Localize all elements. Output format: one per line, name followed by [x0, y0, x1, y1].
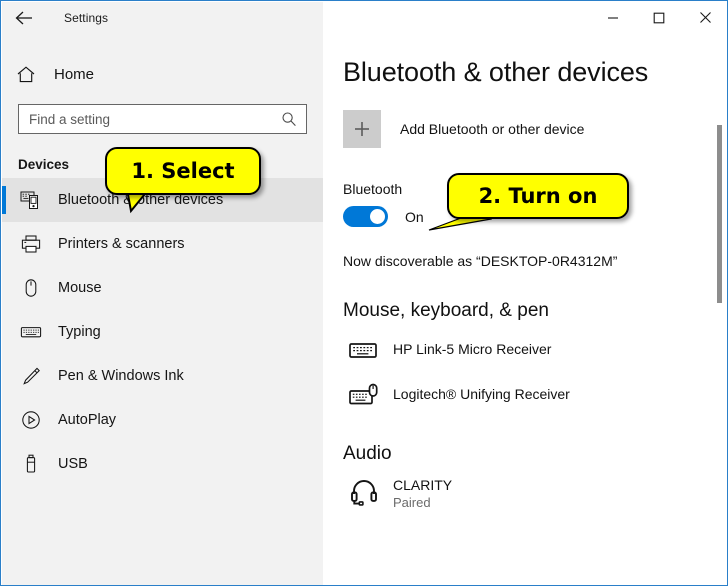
device-text: Logitech® Unifying Receiver: [393, 386, 570, 404]
autoplay-icon: [20, 409, 46, 431]
sidebar-item-bluetooth-other-devices[interactable]: Bluetooth & other devices: [2, 178, 323, 222]
minimize-button[interactable]: [590, 2, 636, 33]
bluetooth-section-label: Bluetooth: [343, 181, 403, 197]
title-bar-left: Settings: [2, 2, 323, 33]
discoverable-text: Now discoverable as “DESKTOP-0R4312M”: [343, 253, 618, 269]
device-name: CLARITY: [393, 476, 453, 493]
add-device-button[interactable]: Add Bluetooth or other device: [343, 110, 727, 148]
page-title: Bluetooth & other devices: [343, 57, 649, 87]
sidebar-item-printers-scanners[interactable]: Printers & scanners: [2, 222, 323, 266]
search-icon[interactable]: [281, 111, 306, 127]
sidebar-item-label: Bluetooth & other devices: [58, 192, 224, 208]
headset-icon: [343, 476, 385, 510]
minimize-icon: [607, 12, 619, 24]
close-icon: [699, 11, 712, 24]
pen-icon: [20, 365, 46, 387]
sidebar-item-pen-windows-ink[interactable]: Pen & Windows Ink: [2, 354, 323, 398]
home-icon: [16, 65, 42, 84]
title-bar: Settings: [2, 2, 727, 33]
mouse-icon: [20, 277, 46, 299]
plus-icon: [343, 110, 381, 148]
main-content: Bluetooth & other devices Add Bluetooth …: [323, 33, 727, 585]
maximize-icon: [653, 12, 665, 24]
sidebar: Home Devices: [2, 33, 323, 585]
search-input[interactable]: [19, 111, 281, 127]
sidebar-item-mouse[interactable]: Mouse: [2, 266, 323, 310]
printer-icon: [20, 233, 46, 255]
window-controls: [590, 2, 727, 33]
group-title-mouse-keyboard-pen: Mouse, keyboard, & pen: [343, 300, 549, 321]
usb-icon: [20, 453, 46, 475]
bluetooth-toggle-state: On: [405, 208, 424, 225]
sidebar-item-typing[interactable]: Typing: [2, 310, 323, 354]
sidebar-item-autoplay[interactable]: AutoPlay: [2, 398, 323, 442]
close-button[interactable]: [682, 2, 727, 33]
scrollbar[interactable]: [717, 33, 722, 585]
sidebar-item-usb[interactable]: USB: [2, 442, 323, 486]
keyboard-icon: [20, 321, 46, 343]
device-row[interactable]: Logitech® Unifying Receiver: [343, 378, 727, 412]
group-title-audio: Audio: [343, 443, 392, 464]
toggle-knob: [370, 209, 385, 224]
device-name: HP Link-5 Micro Receiver: [393, 341, 552, 357]
bluetooth-toggle[interactable]: [343, 206, 388, 227]
device-status: Paired: [393, 494, 431, 510]
sidebar-item-label: Printers & scanners: [58, 236, 185, 252]
settings-window: Settings Home Find a setting Devices Blu…: [0, 0, 728, 586]
bluetooth-toggle-row: On: [343, 206, 727, 227]
sidebar-item-label: USB: [58, 456, 88, 472]
device-text: CLARITY Paired: [393, 477, 452, 510]
device-text: HP Link-5 Micro Receiver: [393, 341, 551, 359]
sidebar-item-label: AutoPlay: [58, 412, 117, 428]
sidebar-section-title: Devices: [18, 157, 70, 172]
back-arrow-icon: [14, 10, 34, 26]
keyboard-device-icon: [343, 333, 385, 367]
add-device-label: Add Bluetooth or other device: [400, 121, 585, 137]
window-title: Settings: [64, 10, 109, 25]
sidebar-item-label: Typing: [58, 324, 101, 340]
bluetooth-devices-icon: [20, 189, 46, 211]
maximize-button[interactable]: [636, 2, 682, 33]
keyboard-mouse-device-icon: [343, 378, 385, 412]
device-row[interactable]: HP Link-5 Micro Receiver: [343, 333, 727, 367]
device-name: Logitech® Unifying Receiver: [393, 386, 570, 402]
sidebar-item-label: Mouse: [58, 280, 102, 296]
search-box[interactable]: [18, 104, 307, 134]
sidebar-item-label: Pen & Windows Ink: [58, 368, 184, 384]
sidebar-item-home[interactable]: Home: [2, 55, 323, 93]
back-button[interactable]: [2, 2, 46, 33]
sidebar-nav-list: Bluetooth & other devices Printers & sca…: [2, 178, 323, 486]
scrollbar-thumb[interactable]: [717, 125, 722, 303]
sidebar-home-label: Home: [54, 65, 95, 83]
device-row[interactable]: CLARITY Paired: [343, 476, 727, 510]
